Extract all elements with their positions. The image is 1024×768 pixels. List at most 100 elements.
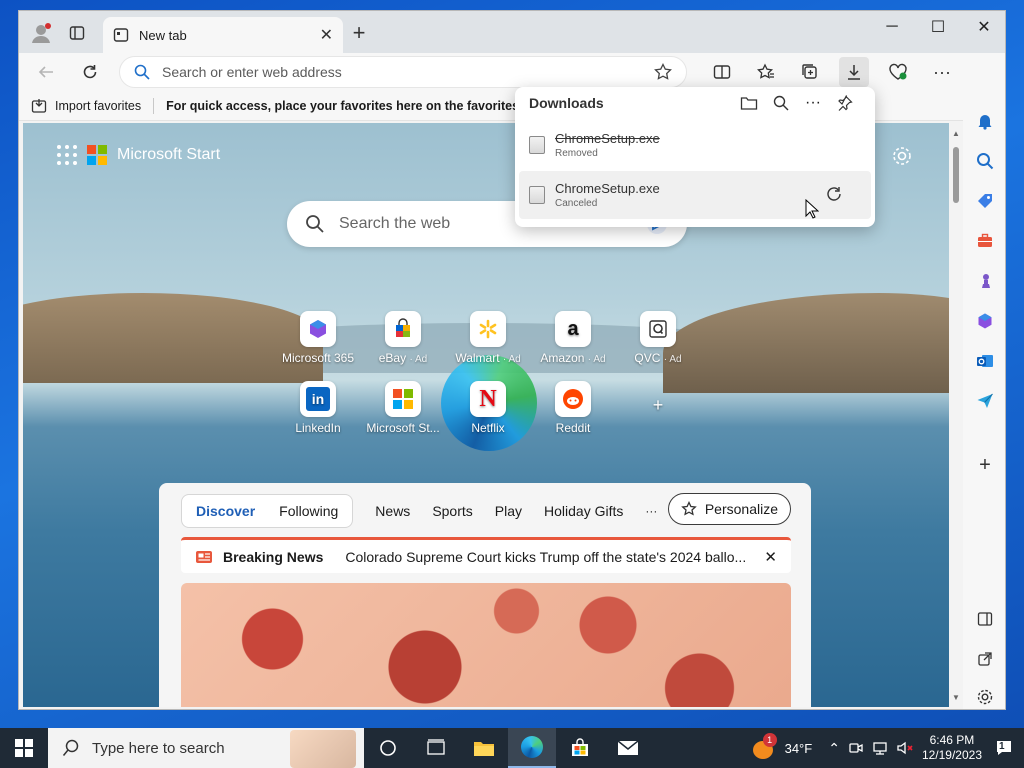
task-view-button[interactable] xyxy=(364,728,412,768)
collections-button[interactable] xyxy=(795,57,825,87)
clock[interactable]: 6:46 PM 12/19/2023 xyxy=(922,733,982,763)
brand-name: Microsoft Start xyxy=(117,146,221,163)
network-icon[interactable] xyxy=(872,740,888,756)
refresh-button[interactable] xyxy=(75,57,105,87)
netflix-icon: N xyxy=(470,381,506,417)
microsoft-365-icon xyxy=(300,311,336,347)
toolbar: ··· xyxy=(19,53,1005,91)
retry-icon[interactable] xyxy=(825,185,843,206)
outlook-icon[interactable] xyxy=(975,351,995,371)
quick-link-microsoft-store[interactable]: Microsoft St... xyxy=(358,381,448,435)
notification-center-icon[interactable]: 1 xyxy=(990,736,1018,760)
search-downloads-icon[interactable] xyxy=(765,95,797,111)
sidebar-layout-icon[interactable] xyxy=(975,609,995,629)
search-icon[interactable] xyxy=(975,151,995,171)
tile-label: Walmart xyxy=(455,351,500,365)
reddit-icon xyxy=(555,381,591,417)
more-menu-button[interactable]: ··· xyxy=(927,57,957,87)
nav-sports[interactable]: Sports xyxy=(432,503,472,519)
downloads-title: Downloads xyxy=(529,95,604,111)
weather-badge: 1 xyxy=(762,733,777,747)
tools-briefcase-icon[interactable] xyxy=(975,231,995,251)
taskbar-search-box[interactable]: Type here to search xyxy=(48,728,364,768)
pin-icon[interactable] xyxy=(829,95,861,111)
quick-link-microsoft-365[interactable]: Microsoft 365 xyxy=(273,311,363,365)
open-folder-icon[interactable] xyxy=(733,95,765,111)
games-chess-icon[interactable] xyxy=(975,271,995,291)
address-bar[interactable] xyxy=(119,56,687,88)
breaking-news-headline[interactable]: Colorado Supreme Court kicks Trump off t… xyxy=(345,549,754,565)
new-tab-button[interactable]: + xyxy=(349,20,369,45)
notification-count: 1 xyxy=(999,741,1005,752)
add-quick-link-button[interactable]: + xyxy=(613,395,703,416)
microsoft-store-taskbar-icon[interactable] xyxy=(556,728,604,768)
close-icon[interactable]: ✕ xyxy=(764,548,777,566)
weather-temp[interactable]: 34°F xyxy=(785,741,813,756)
quick-link-amazon[interactable]: a Amazon · Ad xyxy=(528,311,618,365)
close-window-button[interactable]: ✕ xyxy=(961,11,1005,43)
favorite-star-icon[interactable] xyxy=(654,63,672,81)
start-button[interactable] xyxy=(0,728,48,768)
nav-holiday-gifts[interactable]: Holiday Gifts xyxy=(544,503,623,519)
close-tab-icon[interactable]: ✕ xyxy=(320,25,333,45)
task-view-icon[interactable] xyxy=(412,728,460,768)
linkedin-icon: in xyxy=(300,381,336,417)
sidebar-settings-gear-icon[interactable] xyxy=(975,687,995,707)
windows-logo-icon xyxy=(15,739,33,757)
file-explorer-icon[interactable] xyxy=(460,728,508,768)
mouse-cursor-icon xyxy=(805,198,820,222)
scroll-down-icon[interactable]: ▼ xyxy=(952,693,960,702)
tile-label: Netflix xyxy=(471,421,505,435)
breaking-news-bar[interactable]: Breaking News Colorado Supreme Court kic… xyxy=(181,537,791,573)
favorites-button[interactable] xyxy=(751,57,781,87)
download-item[interactable]: ChromeSetup.exe Removed xyxy=(519,121,871,169)
personalize-button[interactable]: Personalize xyxy=(667,493,791,525)
quick-link-walmart[interactable]: Walmart · Ad xyxy=(443,311,533,365)
chevron-up-icon[interactable]: ⌃ xyxy=(828,740,840,757)
browser-essentials-button[interactable] xyxy=(883,57,913,87)
drop-send-icon[interactable] xyxy=(975,391,995,411)
add-sidebar-app-button[interactable]: + xyxy=(975,454,995,476)
split-screen-button[interactable] xyxy=(707,57,737,87)
quick-link-linkedin[interactable]: in LinkedIn xyxy=(273,381,363,435)
hero-image[interactable] xyxy=(181,583,791,707)
weather-icon[interactable]: 1 xyxy=(751,733,777,761)
tab-new-tab[interactable]: New tab ✕ xyxy=(103,17,343,53)
downloads-button[interactable] xyxy=(839,57,869,87)
quick-link-netflix[interactable]: N Netflix xyxy=(443,381,533,435)
search-icon xyxy=(306,215,324,233)
scroll-up-icon[interactable]: ▲ xyxy=(952,129,960,138)
scrollbar[interactable]: ▲ ▼ xyxy=(949,123,963,707)
tab-discover[interactable]: Discover xyxy=(184,497,267,525)
edge-taskbar-icon[interactable] xyxy=(508,728,556,768)
address-input[interactable] xyxy=(162,64,642,80)
page-settings-gear-icon[interactable] xyxy=(891,145,913,170)
nav-news[interactable]: News xyxy=(375,503,410,519)
nav-more[interactable]: ··· xyxy=(645,504,657,518)
shopping-tag-icon[interactable] xyxy=(975,191,995,211)
mail-icon[interactable] xyxy=(604,728,652,768)
maximize-button[interactable]: ☐ xyxy=(915,11,961,43)
back-button[interactable] xyxy=(31,57,61,87)
notifications-bell-icon[interactable] xyxy=(975,111,995,131)
scrollbar-thumb[interactable] xyxy=(953,147,959,203)
import-favorites-link[interactable]: Import favorites xyxy=(55,99,141,113)
quick-link-reddit[interactable]: Reddit xyxy=(528,381,618,435)
tile-label: Microsoft 365 xyxy=(281,351,355,365)
quick-link-ebay[interactable]: eBay · Ad xyxy=(358,311,448,365)
search-highlight-image xyxy=(290,730,356,768)
tile-label: eBay xyxy=(378,351,407,365)
app-launcher-icon[interactable] xyxy=(57,145,77,165)
quick-link-qvc[interactable]: QVC · Ad xyxy=(613,311,703,365)
minimize-button[interactable]: ─ xyxy=(869,11,915,43)
nav-play[interactable]: Play xyxy=(495,503,522,519)
volume-muted-icon[interactable] xyxy=(896,740,914,756)
more-options-icon[interactable]: ··· xyxy=(797,94,829,112)
meet-now-icon[interactable] xyxy=(848,740,864,756)
file-icon xyxy=(529,136,545,154)
profile-icon[interactable] xyxy=(29,21,53,45)
microsoft-365-icon[interactable] xyxy=(975,311,995,331)
tab-following[interactable]: Following xyxy=(267,497,350,525)
open-external-icon[interactable] xyxy=(975,649,995,669)
tab-actions-icon[interactable] xyxy=(67,23,87,43)
